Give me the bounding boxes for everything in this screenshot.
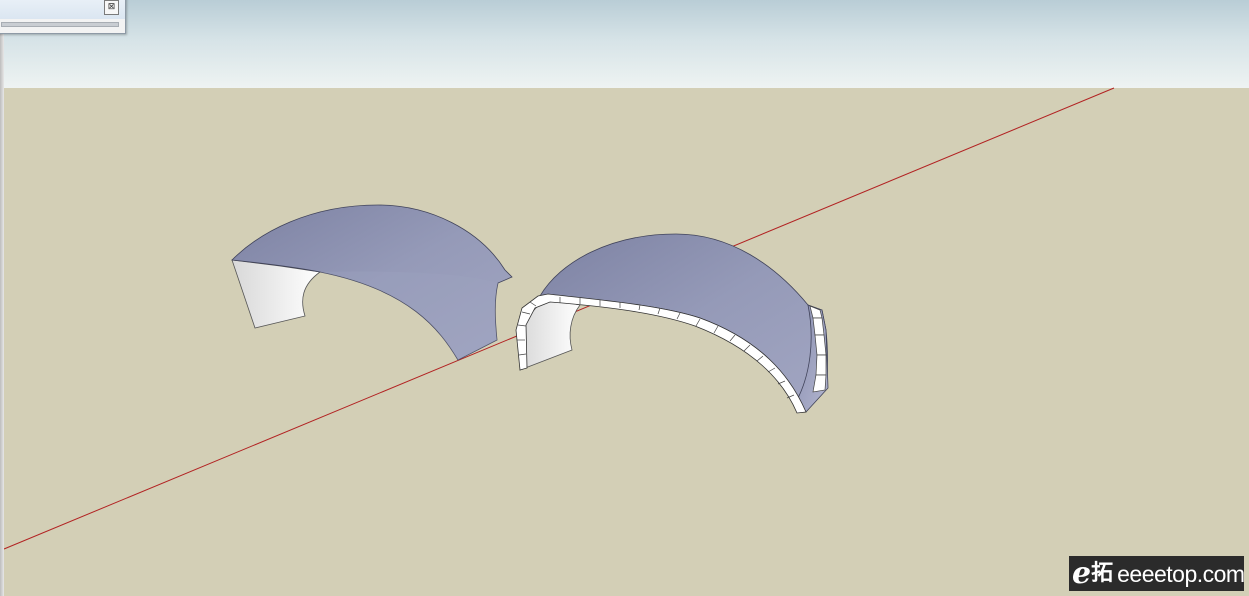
shell-solid-right[interactable] — [515, 233, 829, 414]
watermark-logo-letter: e — [1072, 555, 1092, 591]
floating-tool-window[interactable]: ⊠ — [0, 0, 126, 34]
shell-surface-left[interactable] — [231, 204, 513, 361]
tool-window-progress-bar — [1, 22, 119, 27]
window-left-edge — [0, 32, 4, 596]
close-icon[interactable]: ⊠ — [104, 0, 119, 15]
watermark-logo: e 拓 eeeetop.com — [1069, 555, 1245, 591]
3d-scene[interactable] — [0, 0, 1249, 596]
sketchup-viewport[interactable]: ⊠ e 拓 eeeetop.com — [0, 0, 1249, 596]
watermark-site-text: eeeetop.com — [1117, 560, 1245, 587]
watermark-logo-char: 拓 — [1091, 560, 1114, 586]
